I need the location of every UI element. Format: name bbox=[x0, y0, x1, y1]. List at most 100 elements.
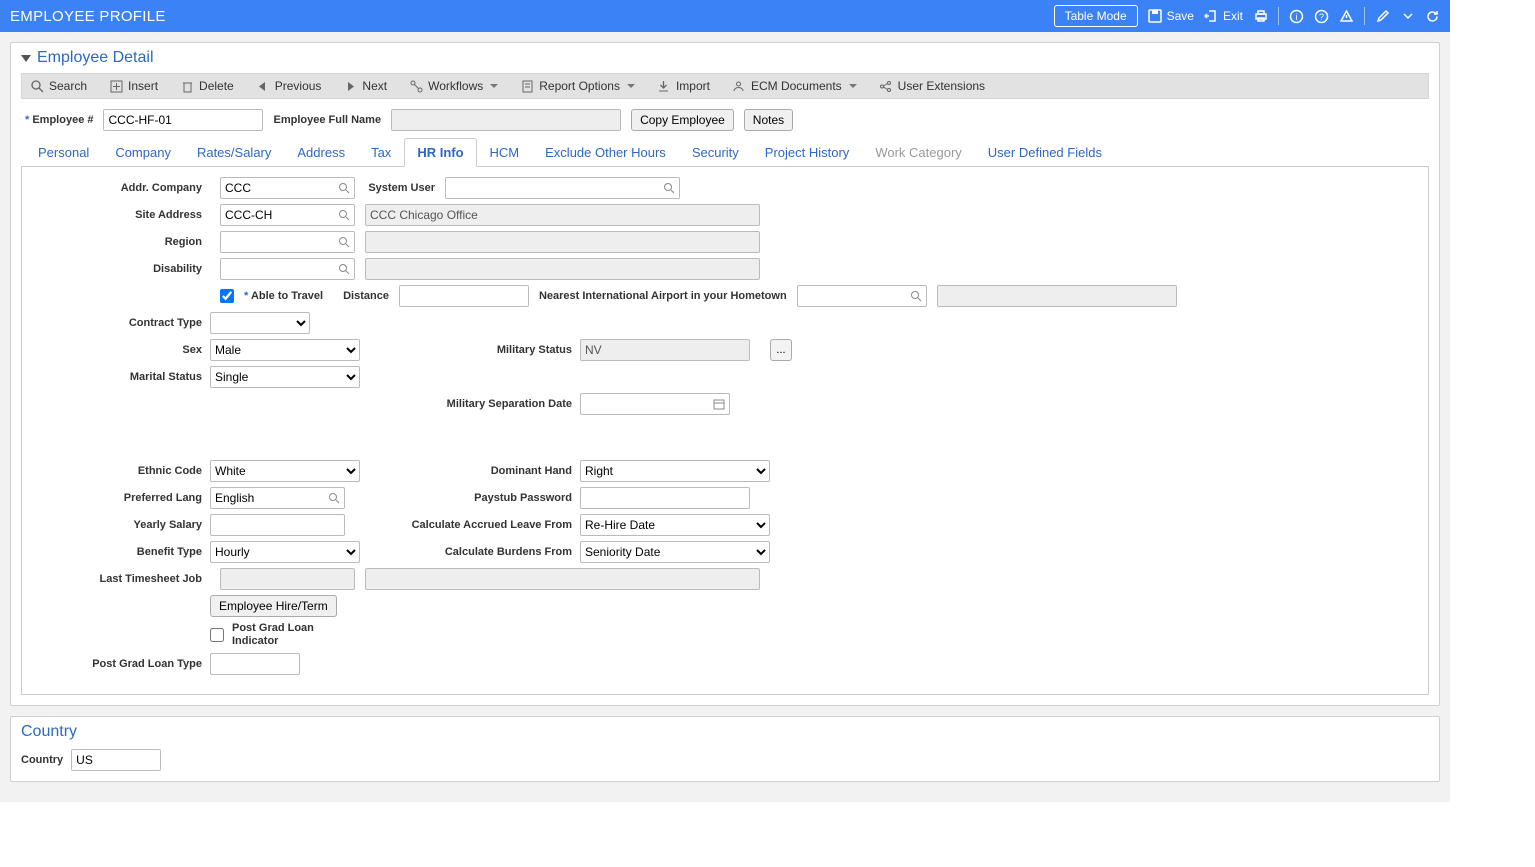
nearest-airport-input[interactable] bbox=[798, 286, 906, 306]
print-icon bbox=[1253, 9, 1268, 24]
contract-type-select[interactable] bbox=[210, 312, 310, 334]
tab-tax[interactable]: Tax bbox=[358, 138, 404, 167]
last-timesheet-job-label: Last Timesheet Job bbox=[30, 573, 210, 585]
site-address-lookup[interactable] bbox=[220, 204, 355, 226]
employee-number-input[interactable] bbox=[103, 109, 263, 131]
dominant-hand-select[interactable]: Right bbox=[580, 460, 770, 482]
import-icon bbox=[657, 79, 671, 93]
exit-button[interactable]: Exit bbox=[1204, 9, 1243, 24]
military-status-lookup-button[interactable]: ... bbox=[770, 339, 792, 361]
country-panel-title: Country bbox=[21, 723, 1429, 741]
yearly-salary-input[interactable] bbox=[210, 514, 345, 536]
preferred-lang-input[interactable] bbox=[211, 488, 324, 508]
documents-icon bbox=[732, 79, 746, 93]
site-address-name bbox=[365, 204, 760, 226]
able-to-travel-checkbox[interactable] bbox=[220, 289, 234, 303]
country-input[interactable] bbox=[71, 749, 161, 771]
military-status-input bbox=[580, 339, 750, 361]
calc-burdens-select[interactable]: Seniority Date bbox=[580, 541, 770, 563]
employee-hire-term-button[interactable]: Employee Hire/Term bbox=[210, 595, 337, 617]
military-sep-date-field[interactable] bbox=[580, 393, 730, 415]
country-panel: Country Country bbox=[10, 716, 1440, 782]
help-button[interactable]: ? bbox=[1314, 9, 1329, 24]
system-user-lookup[interactable] bbox=[445, 177, 680, 199]
print-button[interactable] bbox=[1253, 9, 1268, 24]
notes-button[interactable]: Notes bbox=[744, 109, 793, 131]
arrow-left-icon bbox=[256, 79, 270, 93]
search-icon[interactable] bbox=[324, 488, 344, 508]
tab-security[interactable]: Security bbox=[679, 138, 752, 167]
tab-project-history[interactable]: Project History bbox=[752, 138, 863, 167]
next-button[interactable]: Next bbox=[343, 79, 387, 93]
insert-button[interactable]: Insert bbox=[109, 79, 158, 93]
table-mode-button[interactable]: Table Mode bbox=[1054, 5, 1138, 27]
search-icon[interactable] bbox=[334, 205, 354, 225]
system-user-input[interactable] bbox=[446, 178, 659, 198]
post-grad-loan-indicator-checkbox[interactable] bbox=[210, 628, 224, 642]
tab-exclude-other-hours[interactable]: Exclude Other Hours bbox=[532, 138, 679, 167]
report-options-button[interactable]: Report Options bbox=[520, 79, 635, 93]
site-address-input[interactable] bbox=[221, 205, 334, 225]
addr-company-input[interactable] bbox=[221, 178, 334, 198]
search-icon[interactable] bbox=[334, 259, 354, 279]
system-user-label: System User bbox=[365, 182, 435, 194]
search-icon[interactable] bbox=[334, 178, 354, 198]
post-grad-loan-type-input[interactable] bbox=[210, 653, 300, 675]
calc-accrued-leave-select[interactable]: Re-Hire Date bbox=[580, 514, 770, 536]
edit-button[interactable] bbox=[1375, 9, 1390, 24]
search-icon[interactable] bbox=[334, 232, 354, 252]
disability-label: Disability bbox=[30, 263, 210, 275]
preferred-lang-label: Preferred Lang bbox=[30, 492, 210, 504]
benefit-type-select[interactable]: Hourly bbox=[210, 541, 360, 563]
tab-company[interactable]: Company bbox=[102, 138, 184, 167]
workflows-button[interactable]: Workflows bbox=[409, 79, 498, 93]
tab-hcm[interactable]: HCM bbox=[477, 138, 533, 167]
tab-rates-salary[interactable]: Rates/Salary bbox=[184, 138, 284, 167]
search-icon[interactable] bbox=[906, 286, 926, 306]
import-button[interactable]: Import bbox=[657, 79, 710, 93]
calendar-icon[interactable] bbox=[709, 394, 729, 414]
ethnic-code-select[interactable]: White bbox=[210, 460, 360, 482]
yearly-salary-label: Yearly Salary bbox=[30, 519, 210, 531]
military-sep-date-input[interactable] bbox=[581, 394, 709, 414]
alert-button[interactable] bbox=[1339, 9, 1354, 24]
chevron-down-icon bbox=[627, 84, 635, 88]
previous-button[interactable]: Previous bbox=[256, 79, 322, 93]
sex-select[interactable]: Male bbox=[210, 339, 360, 361]
user-extensions-button[interactable]: User Extensions bbox=[879, 79, 985, 93]
info-button[interactable]: i bbox=[1289, 9, 1304, 24]
military-sep-date-label: Military Separation Date bbox=[360, 398, 580, 410]
tab-hr-info[interactable]: HR Info bbox=[404, 138, 476, 167]
save-button[interactable]: Save bbox=[1148, 9, 1194, 24]
region-input[interactable] bbox=[221, 232, 334, 252]
calc-burdens-label: Calculate Burdens From bbox=[360, 546, 580, 558]
disability-input[interactable] bbox=[221, 259, 334, 279]
distance-input[interactable] bbox=[399, 285, 529, 307]
preferred-lang-lookup[interactable] bbox=[210, 487, 345, 509]
ecm-documents-button[interactable]: ECM Documents bbox=[732, 79, 857, 93]
calc-accrued-leave-label: Calculate Accrued Leave From bbox=[345, 519, 580, 531]
region-label: Region bbox=[30, 236, 210, 248]
search-button[interactable]: Search bbox=[30, 79, 87, 93]
save-label: Save bbox=[1167, 9, 1194, 23]
tab-personal[interactable]: Personal bbox=[25, 138, 102, 167]
collapse-icon bbox=[21, 55, 31, 62]
header-menu-button[interactable] bbox=[1400, 9, 1415, 24]
site-address-label: Site Address bbox=[30, 209, 210, 221]
addr-company-lookup[interactable] bbox=[220, 177, 355, 199]
paystub-password-input[interactable] bbox=[580, 487, 750, 509]
tab-address[interactable]: Address bbox=[284, 138, 358, 167]
copy-employee-button[interactable]: Copy Employee bbox=[631, 109, 734, 131]
tab-user-defined-fields[interactable]: User Defined Fields bbox=[975, 138, 1115, 167]
region-lookup[interactable] bbox=[220, 231, 355, 253]
nearest-airport-lookup[interactable] bbox=[797, 285, 927, 307]
exit-label: Exit bbox=[1223, 9, 1243, 23]
report-icon bbox=[520, 79, 534, 93]
chevron-down-icon bbox=[849, 84, 857, 88]
marital-status-select[interactable]: Single bbox=[210, 366, 360, 388]
disability-lookup[interactable] bbox=[220, 258, 355, 280]
refresh-button[interactable] bbox=[1425, 9, 1440, 24]
employee-detail-title[interactable]: Employee Detail bbox=[21, 49, 1429, 67]
delete-button[interactable]: Delete bbox=[180, 79, 234, 93]
search-icon[interactable] bbox=[659, 178, 679, 198]
